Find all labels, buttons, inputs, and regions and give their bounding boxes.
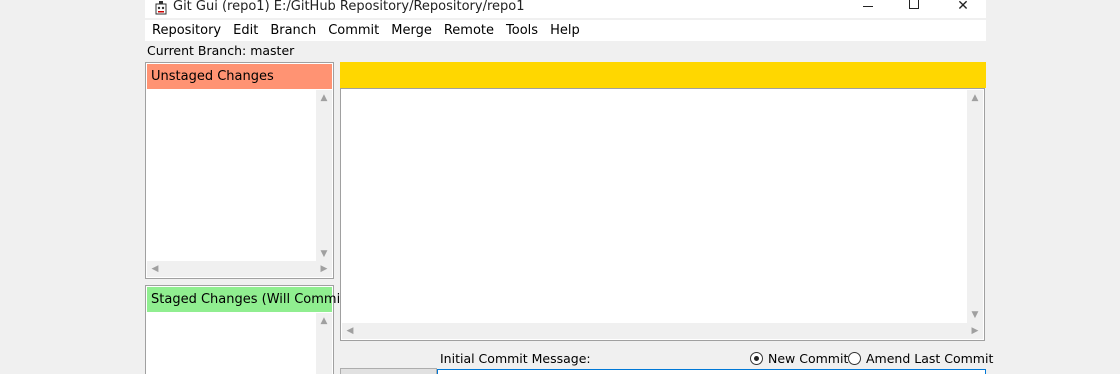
maximize-button[interactable] [891, 0, 937, 15]
amend-last-commit-radio[interactable]: Amend Last Commit [848, 351, 993, 366]
scroll-down-icon[interactable]: ▼ [967, 307, 983, 323]
staged-vertical-scrollbar[interactable]: ▲ [316, 313, 332, 374]
menu-merge[interactable]: Merge [385, 20, 438, 41]
minimize-icon [863, 5, 873, 7]
title-bar: Git Gui (repo1) E:/GitHub Repository/Rep… [145, 0, 986, 18]
git-gui-app-icon [155, 1, 167, 15]
unstaged-horizontal-scrollbar[interactable]: ◀ ▶ [147, 261, 332, 277]
new-commit-label: New Commit [768, 351, 849, 366]
close-icon: ✕ [957, 0, 969, 14]
menu-repository[interactable]: Repository [146, 20, 227, 41]
scroll-up-icon[interactable]: ▲ [316, 313, 332, 329]
menu-edit[interactable]: Edit [227, 20, 264, 41]
unstaged-changes-header: Unstaged Changes [147, 64, 332, 89]
unstaged-changes-pane[interactable]: Unstaged Changes ▲ ▼ ◀ ▶ [145, 62, 334, 279]
amend-last-commit-label: Amend Last Commit [866, 351, 994, 366]
menu-remote[interactable]: Remote [438, 20, 500, 41]
diff-horizontal-scrollbar[interactable]: ◀ ▶ [342, 323, 983, 339]
commit-message-label: Initial Commit Message: [440, 351, 591, 366]
git-gui-window: Git Gui (repo1) E:/GitHub Repository/Rep… [145, 0, 993, 374]
radio-unselected-icon [848, 352, 861, 365]
diff-header-bar [340, 62, 986, 88]
scroll-right-icon[interactable]: ▶ [316, 261, 332, 277]
staged-changes-pane[interactable]: Staged Changes (Will Commit) ▲ [145, 285, 350, 374]
scroll-left-icon[interactable]: ◀ [147, 261, 163, 277]
window-title: Git Gui (repo1) E:/GitHub Repository/Rep… [173, 0, 525, 14]
menu-branch[interactable]: Branch [264, 20, 322, 41]
scroll-left-icon[interactable]: ◀ [342, 323, 358, 339]
scroll-right-icon[interactable]: ▶ [967, 323, 983, 339]
unstaged-vertical-scrollbar[interactable]: ▲ ▼ [316, 90, 332, 262]
menu-bar: Repository Edit Branch Commit Merge Remo… [145, 20, 986, 41]
current-branch-label: Current Branch: master [147, 43, 295, 58]
menu-commit[interactable]: Commit [322, 20, 385, 41]
scroll-up-icon[interactable]: ▲ [967, 90, 983, 106]
minimize-button[interactable] [845, 0, 891, 15]
commit-message-input[interactable] [437, 369, 986, 374]
diff-vertical-scrollbar[interactable]: ▲ ▼ [967, 90, 983, 323]
radio-selected-icon [750, 352, 763, 365]
new-commit-radio[interactable]: New Commit [750, 351, 848, 366]
staged-changes-header: Staged Changes (Will Commit) [147, 287, 350, 312]
scroll-up-icon[interactable]: ▲ [316, 90, 332, 106]
menu-tools[interactable]: Tools [500, 20, 544, 41]
diff-view[interactable]: ▲ ▼ ◀ ▶ [340, 88, 985, 341]
menu-help[interactable]: Help [544, 20, 586, 41]
scroll-down-icon[interactable]: ▼ [316, 246, 332, 262]
maximize-icon [909, 0, 919, 9]
commit-action-button[interactable] [340, 368, 437, 374]
close-button[interactable]: ✕ [940, 0, 986, 15]
